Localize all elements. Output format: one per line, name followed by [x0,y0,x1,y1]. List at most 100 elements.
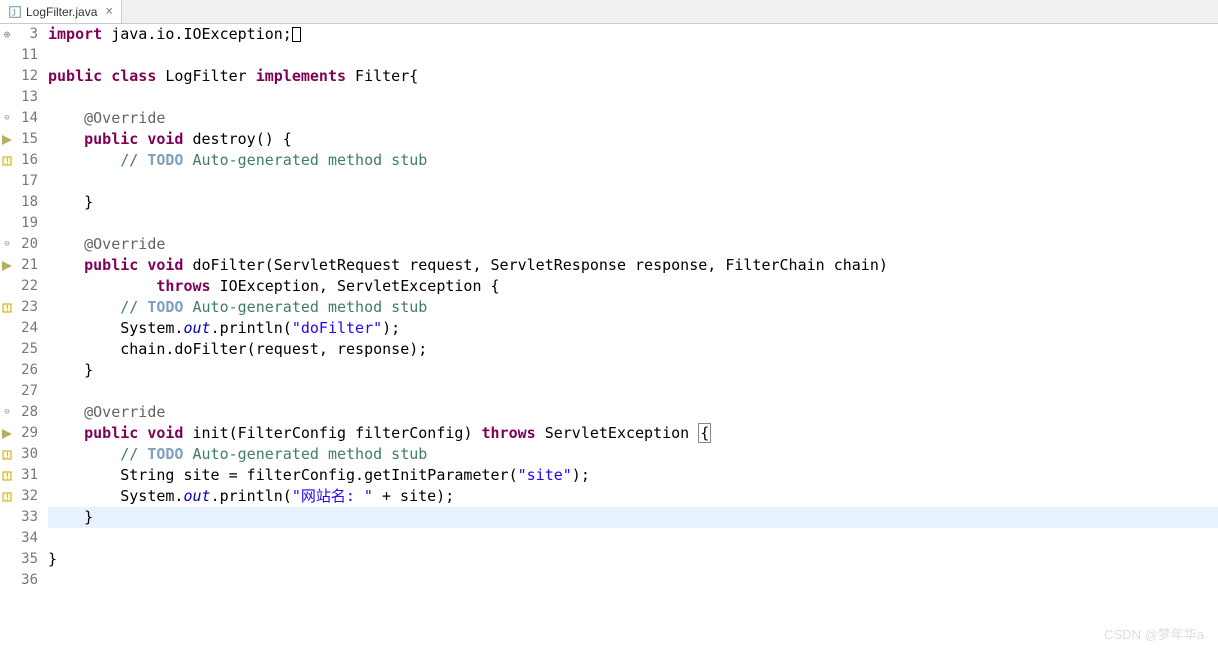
svg-text:!: ! [5,157,10,166]
code-line[interactable] [48,381,1218,402]
gutter-marker [0,423,14,444]
code-line[interactable]: } [48,507,1218,528]
gutter-marker [0,507,14,528]
gutter-annotations: ⊕⊖!⊖!⊖!!! [0,24,14,651]
token: chain [834,256,879,274]
close-icon[interactable]: × [101,4,113,19]
code-line[interactable]: } [48,549,1218,570]
gutter-marker [0,45,14,66]
code-line[interactable]: // TODO Auto-generated method stub [48,297,1218,318]
gutter-marker: ⊖ [0,402,14,423]
collapsed-fold-icon[interactable] [292,27,301,42]
token: "site" [518,466,572,484]
token: public [84,256,138,274]
token: import [48,25,102,43]
code-line[interactable]: throws IOException, ServletException { [48,276,1218,297]
token: Filter{ [346,67,418,85]
code-area[interactable]: import java.io.IOException; public class … [42,24,1218,651]
gutter-marker [0,192,14,213]
code-line[interactable]: public class LogFilter implements Filter… [48,66,1218,87]
line-number: 36 [14,570,38,591]
token: out [183,487,210,505]
line-number: 31 [14,465,38,486]
gutter-marker [0,213,14,234]
gutter-marker [0,276,14,297]
code-line[interactable]: // TODO Auto-generated method stub [48,444,1218,465]
line-number: 28 [14,402,38,423]
token: request [409,256,472,274]
gutter-marker: ! [0,150,14,171]
token: destroy() { [183,130,291,148]
code-line[interactable]: @Override [48,234,1218,255]
editor: ⊕⊖!⊖!⊖!!! 311121314151617181920212223242… [0,24,1218,651]
token: LogFilter [156,67,255,85]
token: doFilter(ServletRequest [183,256,409,274]
token [48,235,84,253]
gutter-marker [0,129,14,150]
token [138,130,147,148]
line-number: 16 [14,150,38,171]
code-line[interactable] [48,45,1218,66]
token: ) [879,256,888,274]
gutter-marker [0,87,14,108]
gutter-marker [0,381,14,402]
token: , ServletResponse [472,256,635,274]
gutter-marker [0,339,14,360]
editor-tab[interactable]: J LogFilter.java × [0,0,122,23]
token [138,256,147,274]
code-line[interactable] [48,87,1218,108]
code-line[interactable]: // TODO Auto-generated method stub [48,150,1218,171]
code-line[interactable]: @Override [48,108,1218,129]
line-number: 19 [14,213,38,234]
gutter-marker: ! [0,444,14,465]
code-line[interactable] [48,171,1218,192]
line-number: 29 [14,423,38,444]
token: "doFilter" [292,319,382,337]
line-number: 3 [14,24,38,45]
token [48,403,84,421]
code-line[interactable] [48,570,1218,591]
svg-text:!: ! [5,304,10,313]
code-line[interactable]: System.out.println("网站名: " + site); [48,486,1218,507]
token: class [111,67,156,85]
gutter-marker [0,570,14,591]
token: out [183,319,210,337]
code-line[interactable]: } [48,192,1218,213]
svg-text:!: ! [5,493,10,502]
svg-text:!: ! [5,451,10,460]
code-line[interactable]: public void doFilter(ServletRequest requ… [48,255,1218,276]
line-number: 18 [14,192,38,213]
token: throws [156,277,210,295]
line-number: 33 [14,507,38,528]
code-line[interactable]: import java.io.IOException; [48,24,1218,45]
token: @Override [84,235,165,253]
token: ServletException [536,424,699,442]
token: + site); [373,487,454,505]
code-line[interactable]: chain.doFilter(request, response); [48,339,1218,360]
line-number: 24 [14,318,38,339]
code-line[interactable]: } [48,360,1218,381]
tab-label: LogFilter.java [26,5,97,19]
token: void [147,130,183,148]
code-line[interactable] [48,528,1218,549]
code-line[interactable]: System.out.println("doFilter"); [48,318,1218,339]
token: } [48,550,57,568]
code-line[interactable] [48,213,1218,234]
code-line[interactable]: public void destroy() { [48,129,1218,150]
token: } [48,193,93,211]
gutter-marker [0,360,14,381]
line-number: 23 [14,297,38,318]
code-line[interactable]: @Override [48,402,1218,423]
gutter-marker: ! [0,297,14,318]
line-number: 21 [14,255,38,276]
line-number: 34 [14,528,38,549]
token: System. [48,319,183,337]
token: { [698,423,711,443]
token: IOException, ServletException { [211,277,500,295]
code-line[interactable]: String site = filterConfig.getInitParame… [48,465,1218,486]
line-number: 27 [14,381,38,402]
token: filterConfig [355,424,463,442]
token: TODO [147,151,183,169]
code-line[interactable]: public void init(FilterConfig filterConf… [48,423,1218,444]
token: void [147,256,183,274]
